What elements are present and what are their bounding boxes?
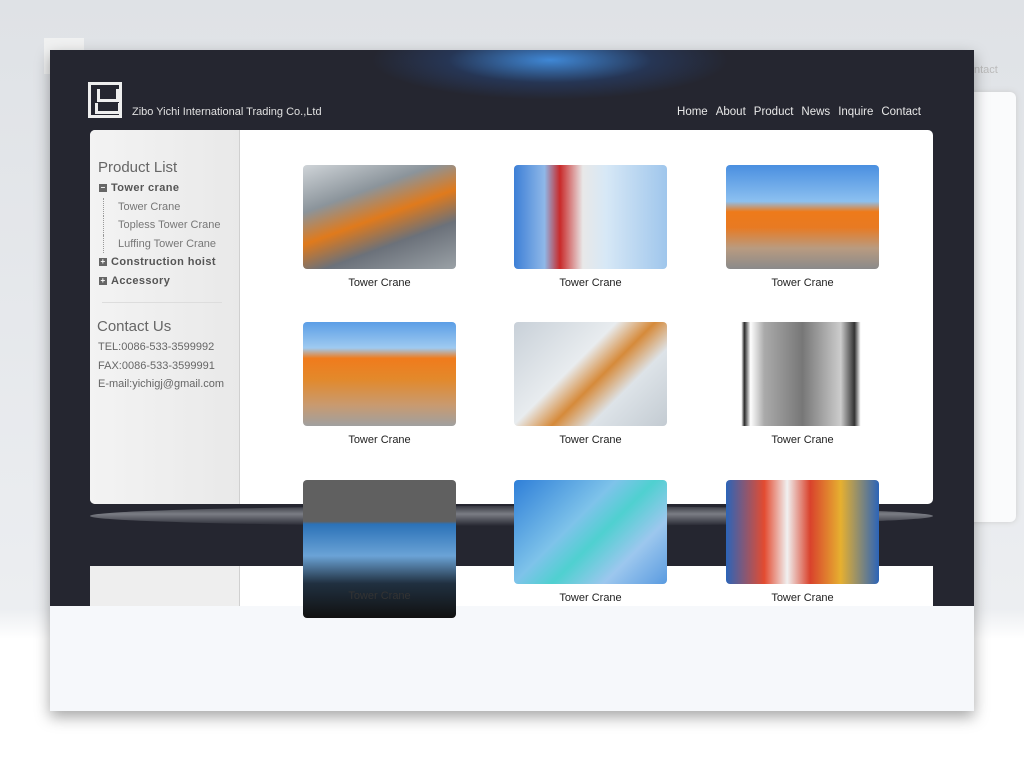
sidebar: Product List − Tower crane Tower Crane To… [90, 130, 240, 504]
category-accessory[interactable]: + Accessory [99, 272, 221, 291]
product-card[interactable]: Tower Crane [303, 165, 456, 289]
website-window: Zibo Yichi International Trading Co.,Ltd… [50, 50, 974, 711]
product-card[interactable]: Tower Crane [514, 322, 667, 446]
product-photo[interactable] [514, 480, 667, 584]
product-photo[interactable] [303, 165, 456, 269]
product-label[interactable]: Tower Crane [559, 277, 621, 289]
expand-icon[interactable]: + [99, 276, 107, 285]
nav-contact[interactable]: Contact [881, 106, 921, 118]
contact-email[interactable]: E-mail:yichigj@gmail.com [98, 375, 224, 394]
nav-about[interactable]: About [716, 106, 746, 118]
nav-news[interactable]: News [801, 106, 830, 118]
product-card[interactable]: Tower Crane [514, 165, 667, 289]
nav-product[interactable]: Product [754, 106, 794, 118]
product-tree: − Tower crane Tower Crane Topless Tower C… [99, 179, 221, 290]
subcategory-luffing-tower-crane[interactable]: Luffing Tower Crane [103, 234, 221, 253]
subcategory-tower-crane[interactable]: Tower Crane [103, 197, 221, 216]
product-photo[interactable] [726, 322, 879, 426]
company-name: Zibo Yichi International Trading Co.,Ltd [132, 106, 322, 118]
expand-icon[interactable]: + [99, 258, 107, 267]
main-nav: Home About Product News Inquire Contact [677, 106, 921, 118]
product-photo[interactable] [726, 480, 879, 584]
category-tower-crane[interactable]: − Tower crane [99, 179, 221, 198]
product-card[interactable]: Tower Crane [726, 165, 879, 289]
product-label[interactable]: Tower Crane [771, 592, 833, 604]
product-label[interactable]: Tower Crane [559, 592, 621, 604]
contact-title: Contact Us [97, 318, 172, 335]
category-construction-hoist[interactable]: + Construction hoist [99, 253, 221, 272]
sidebar-divider [102, 302, 222, 303]
nav-inquire[interactable]: Inquire [838, 106, 873, 118]
background-nav-text: ntact [974, 64, 998, 76]
product-label[interactable]: Tower Crane [771, 277, 833, 289]
product-label[interactable]: Tower Crane [771, 434, 833, 446]
footer [50, 606, 974, 711]
contact-fax: FAX:0086-533-3599991 [98, 359, 215, 372]
product-label[interactable]: Tower Crane [559, 434, 621, 446]
product-label[interactable]: Tower Crane [348, 434, 410, 446]
subcategory-topless-tower-crane[interactable]: Topless Tower Crane [103, 216, 221, 235]
product-card[interactable]: Tower Crane [726, 322, 879, 446]
product-photo[interactable] [514, 165, 667, 269]
product-photo[interactable] [726, 165, 879, 269]
header-glow [370, 50, 730, 100]
product-label[interactable]: Tower Crane [348, 277, 410, 289]
company-logo[interactable] [88, 82, 122, 118]
product-card[interactable]: Tower Crane [303, 322, 456, 446]
product-list-title: Product List [98, 159, 178, 176]
product-photo[interactable] [303, 322, 456, 426]
nav-home[interactable]: Home [677, 106, 708, 118]
contact-info: TEL:0086-533-3599992 FAX:0086-533-359999… [98, 338, 224, 394]
product-photo[interactable] [514, 322, 667, 426]
product-card[interactable]: Tower Crane [514, 480, 667, 604]
contact-tel: TEL:0086-533-3599992 [98, 341, 215, 353]
product-label[interactable]: Tower Crane [303, 590, 456, 602]
product-card[interactable]: Tower Crane [303, 480, 456, 626]
collapse-icon[interactable]: − [99, 184, 107, 193]
product-card[interactable]: Tower Crane [726, 480, 879, 604]
